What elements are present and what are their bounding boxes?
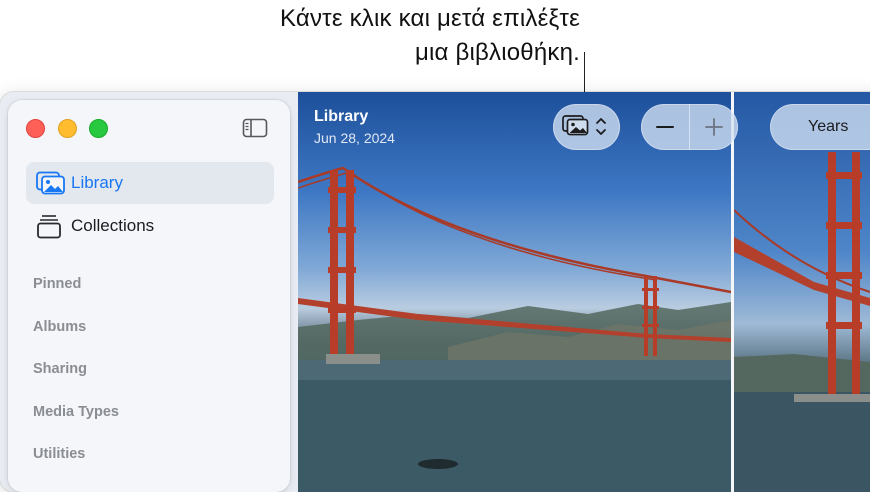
library-picker-button[interactable] (553, 104, 620, 150)
sidebar-item-collections[interactable]: Collections (26, 205, 274, 247)
sidebar-toggle-button[interactable] (242, 118, 268, 143)
sidebar: Library Collections Pinned Albums Sharin… (8, 100, 290, 492)
callout-line-2: μια βιβλιοθήκη. (414, 39, 580, 66)
zoom-out-button[interactable] (641, 104, 689, 150)
sidebar-item-label: Collections (71, 216, 155, 235)
photo-title: Library (314, 108, 369, 125)
photo-library-icon (36, 171, 66, 195)
minus-icon (656, 126, 674, 128)
bridge-photo-2 (734, 152, 870, 492)
zoom-control (641, 104, 738, 150)
photo-library-icon (561, 115, 606, 136)
photo-date: Jun 28, 2024 (314, 130, 395, 146)
bridge-photo (298, 166, 731, 492)
sidebar-section-sharing[interactable]: Sharing (33, 361, 87, 377)
photo-main[interactable]: Library Jun 28, 2024 (298, 92, 731, 492)
callout-text: Κάντε κλικ και μετά επιλέξτε μια βιβλιοθ… (280, 2, 580, 70)
close-button[interactable] (26, 119, 45, 138)
zoom-button[interactable] (89, 119, 108, 138)
stack-icon (36, 213, 66, 239)
sidebar-section-pinned[interactable]: Pinned (33, 276, 81, 292)
photo-secondary[interactable] (734, 92, 870, 492)
sidebar-section-albums[interactable]: Albums (33, 319, 86, 335)
callout-line-1: Κάντε κλικ και μετά επιλέξτε (279, 5, 580, 32)
sidebar-toggle-icon (242, 118, 268, 138)
sidebar-item-label: Library (71, 173, 123, 192)
view-years-label: Years (808, 118, 849, 135)
plus-icon (705, 118, 723, 136)
sidebar-section-utilities[interactable]: Utilities (33, 446, 85, 462)
view-years-button[interactable]: Years (770, 104, 870, 150)
sidebar-section-media-types[interactable]: Media Types (33, 404, 119, 420)
sidebar-item-library[interactable]: Library (26, 162, 274, 204)
photos-window: Library Jun 28, 2024 Library Collections… (0, 92, 870, 492)
minimize-button[interactable] (58, 119, 77, 138)
zoom-in-button[interactable] (690, 104, 738, 150)
